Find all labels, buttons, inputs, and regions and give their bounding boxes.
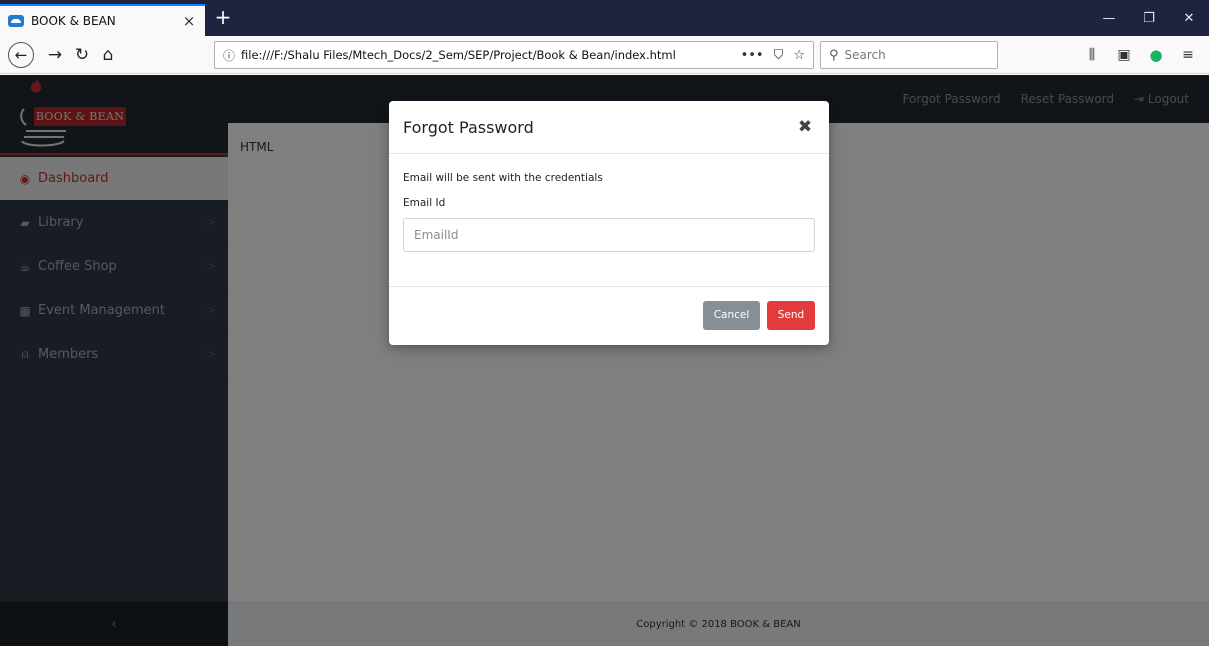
page-actions-icon[interactable]: •••: [741, 48, 764, 63]
minimize-icon[interactable]: —: [1089, 0, 1129, 36]
window-controls: — ❐ ✕: [1089, 0, 1209, 36]
sidebar-toggle-icon[interactable]: ▣: [1111, 42, 1137, 68]
cancel-button[interactable]: Cancel: [703, 300, 760, 330]
forward-arrow-icon[interactable]: →: [42, 42, 68, 68]
bookmark-star-icon[interactable]: ☆: [793, 48, 805, 63]
search-icon: ⚲: [829, 47, 839, 63]
tab-title: BOOK & BEAN: [31, 14, 116, 28]
back-arrow-icon[interactable]: ←: [8, 42, 34, 68]
browser-toolbar: ← → ↻ ⌂ ⓘ file:///F:/Shalu Files/Mtech_D…: [0, 36, 1209, 74]
browser-tool-icons: ⫼ ▣ ● ≡: [1079, 42, 1201, 68]
hamburger-menu-icon[interactable]: ≡: [1175, 42, 1201, 68]
modal-footer: Cancel Send: [389, 287, 829, 343]
browser-tab[interactable]: BOOK & BEAN ×: [0, 4, 205, 36]
app-root: Forgot Password Reset Password ⇥ Logout …: [0, 75, 1209, 646]
home-icon[interactable]: ⌂: [95, 42, 121, 68]
email-label: Email Id: [403, 197, 446, 209]
email-field[interactable]: [403, 218, 815, 252]
tab-close-icon[interactable]: ×: [181, 12, 197, 30]
library-icon[interactable]: ⫼: [1079, 42, 1105, 68]
search-placeholder: Search: [844, 48, 886, 62]
restore-icon[interactable]: ❐: [1129, 0, 1169, 36]
site-favicon-icon: [8, 15, 24, 27]
pocket-icon[interactable]: ⛉: [774, 48, 784, 63]
modal-message: Email will be sent with the credentials: [403, 172, 603, 184]
modal-title: Forgot Password: [403, 117, 534, 137]
send-button[interactable]: Send: [767, 300, 815, 330]
reload-icon[interactable]: ↻: [69, 42, 95, 68]
grammarly-icon[interactable]: ●: [1143, 42, 1169, 68]
close-icon[interactable]: ✖: [795, 117, 815, 137]
window-close-icon[interactable]: ✕: [1169, 0, 1209, 36]
browser-search-input[interactable]: ⚲ Search: [820, 41, 998, 69]
modal-body: Email will be sent with the credentials …: [389, 154, 829, 287]
forgot-password-modal: Forgot Password ✖ Email will be sent wit…: [389, 101, 829, 345]
browser-tab-bar: BOOK & BEAN × + — ❐ ✕: [0, 0, 1209, 36]
modal-header: Forgot Password ✖: [389, 101, 829, 154]
url-text[interactable]: file:///F:/Shalu Files/Mtech_Docs/2_Sem/…: [241, 48, 731, 62]
url-bar[interactable]: ⓘ file:///F:/Shalu Files/Mtech_Docs/2_Se…: [214, 41, 814, 69]
new-tab-button[interactable]: +: [211, 6, 235, 30]
site-info-icon[interactable]: ⓘ: [223, 47, 235, 64]
